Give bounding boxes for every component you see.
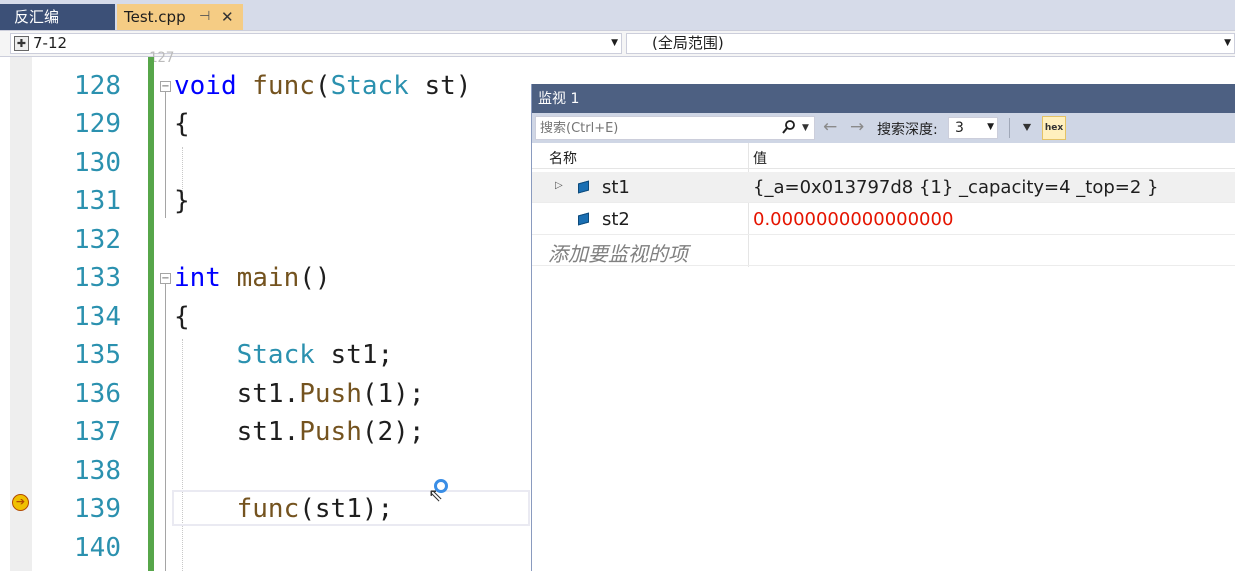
global-scope-value: (全局范围)	[652, 34, 724, 52]
column-header-value[interactable]: 值	[753, 148, 767, 168]
watch-row-name: st1	[602, 177, 630, 198]
punctuation: (	[314, 71, 331, 101]
pin-icon[interactable]: ⊣	[199, 4, 210, 30]
watch-row[interactable]: st2 0.0000000000000000	[532, 204, 1235, 235]
toolbar-separator	[1009, 118, 1010, 138]
line-number: 135	[74, 340, 121, 370]
fold-line	[165, 92, 166, 218]
search-depth-dropdown[interactable]: 3 ▼	[948, 117, 998, 139]
add-watch-placeholder[interactable]: 添加要监视的项	[548, 238, 688, 267]
column-header-name[interactable]: 名称	[549, 148, 577, 168]
search-input[interactable]	[536, 117, 772, 139]
keyword: int	[174, 263, 221, 293]
code-line-135: Stack st1;	[174, 340, 394, 370]
chevron-down-icon: ▼	[987, 122, 994, 132]
global-scope-dropdown[interactable]: (全局范围) ▼	[626, 33, 1235, 54]
code-line-136: st1.Push(1);	[174, 379, 425, 409]
fold-line	[165, 284, 166, 571]
variable-icon	[578, 180, 589, 194]
code-text: ()	[299, 263, 331, 293]
arrow-left-icon[interactable]: ←	[823, 117, 837, 137]
current-statement-icon: ➔	[12, 494, 29, 511]
watch-window: 监视 1 ▼ ← → 搜索深度: 3 ▼ ⯆ hex 名称 值 ▷ st1 {_…	[531, 84, 1235, 571]
line-number: 129	[74, 109, 121, 139]
watch-title-bar[interactable]: 监视 1	[532, 84, 1235, 113]
search-box[interactable]: ▼	[535, 116, 815, 140]
line-number: 140	[74, 533, 121, 563]
code-line-133: int main()	[174, 263, 331, 293]
arrow-right-icon[interactable]: →	[850, 117, 864, 137]
watch-column-headers: 名称 值	[532, 143, 1235, 169]
outline-margin	[0, 57, 10, 571]
watch-row[interactable]: ▷ st1 {_a=0x013797d8 {1} _capacity=4 _to…	[532, 172, 1235, 203]
code-line-128: void func(Stack st)	[174, 71, 471, 101]
project-scope-dropdown[interactable]: ✚ 7-12 ▼	[10, 33, 622, 54]
code-line-131: }	[174, 186, 190, 216]
line-number: 132	[74, 225, 121, 255]
search-icon[interactable]	[782, 119, 796, 135]
expand-arrow-icon[interactable]: ▷	[555, 180, 563, 191]
code-line-129: {	[174, 109, 190, 139]
tab-test-cpp[interactable]: Test.cpp ⊣ ✕	[117, 4, 243, 30]
code-text: st1.	[236, 379, 300, 409]
line-number: 134	[74, 302, 121, 332]
close-icon[interactable]: ✕	[221, 4, 234, 30]
line-number: 130	[74, 148, 121, 178]
search-depth-value: 3	[955, 120, 964, 136]
tab-label: 反汇编	[14, 8, 60, 26]
code-text: st1;	[314, 340, 394, 370]
line-number: 128	[74, 71, 121, 101]
project-icon: ✚	[14, 36, 29, 51]
code-text: (1);	[361, 379, 425, 409]
tab-disassembly[interactable]: 反汇编	[0, 4, 115, 30]
code-text: (st1);	[299, 494, 394, 524]
line-number: 133	[74, 263, 121, 293]
hex-display-toggle[interactable]: hex	[1042, 116, 1066, 140]
line-number: 136	[74, 379, 121, 409]
collapse-icon[interactable]: −	[160, 273, 171, 284]
document-tab-bar: 反汇编 Test.cpp ⊣ ✕	[0, 0, 1235, 30]
watch-row-name: st2	[602, 209, 630, 230]
line-number: 139	[74, 494, 121, 524]
mouse-pointer-icon: ⇖	[428, 485, 444, 506]
code-text: st)	[408, 71, 472, 101]
function-name: main	[236, 263, 300, 293]
filter-icon[interactable]: ⯆	[1017, 118, 1037, 138]
collapse-icon[interactable]: −	[160, 81, 171, 92]
function-name: Push	[299, 379, 362, 409]
add-watch-row[interactable]: 添加要监视的项	[532, 235, 1235, 266]
line-number: 131	[74, 186, 121, 216]
tab-label: Test.cpp	[124, 8, 186, 26]
code-text: st1.	[236, 417, 300, 447]
indent-guide	[182, 339, 184, 571]
function-name: func	[236, 494, 300, 524]
watch-row-value[interactable]: 0.0000000000000000	[753, 209, 953, 230]
code-line-139: func(st1);	[174, 494, 394, 524]
variable-icon	[578, 212, 589, 226]
line-number: 138	[74, 456, 121, 486]
line-number-gutter: 128 129 130 131 132 133 134 135 136 137 …	[32, 57, 147, 571]
navigation-bar: ✚ 7-12 ▼ (全局范围) ▼	[0, 30, 1235, 57]
function-name: Push	[299, 417, 362, 447]
keyword: void	[174, 71, 237, 101]
code-line-134: {	[174, 302, 190, 332]
chevron-down-icon[interactable]: ▼	[802, 119, 809, 137]
chevron-down-icon: ▼	[611, 38, 618, 48]
change-tracking-bar	[148, 57, 154, 571]
chevron-down-icon: ▼	[1224, 38, 1231, 48]
function-name: func	[252, 71, 315, 101]
watch-row-value[interactable]: {_a=0x013797d8 {1} _capacity=4 _top=2 }	[753, 177, 1159, 198]
project-scope-value: 7-12	[33, 34, 68, 52]
code-text: (2);	[361, 417, 425, 447]
code-line-137: st1.Push(2);	[174, 417, 425, 447]
line-number: 137	[74, 417, 121, 447]
type-name: Stack	[236, 340, 315, 370]
watch-toolbar: ▼ ← → 搜索深度: 3 ▼ ⯆ hex	[532, 113, 1235, 143]
search-depth-label: 搜索深度:	[877, 122, 938, 138]
type-name: Stack	[330, 71, 409, 101]
